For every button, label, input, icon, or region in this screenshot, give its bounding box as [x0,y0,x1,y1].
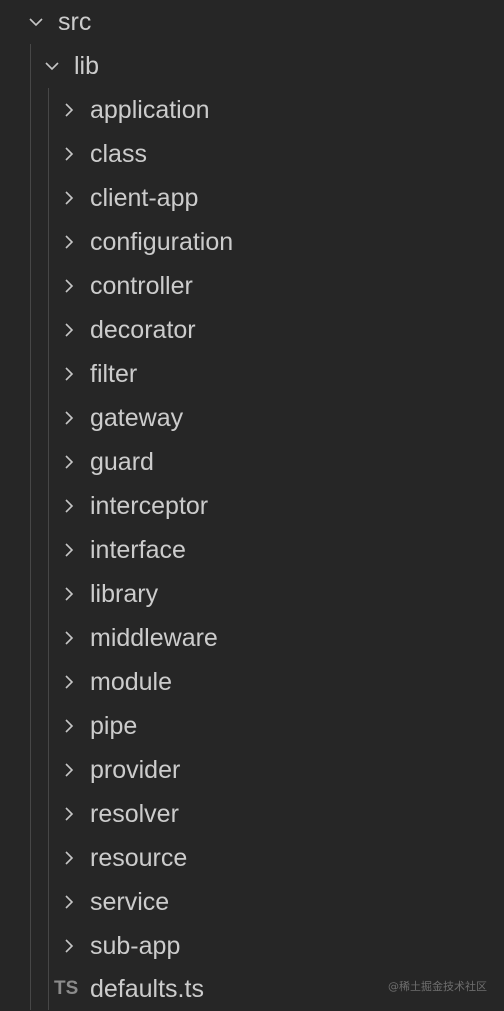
file-explorer-tree: src lib application class client-app config… [0,0,504,1010]
tree-item-label: configuration [90,228,234,256]
tree-item-lib[interactable]: lib [0,44,504,88]
tree-item-label: service [90,888,170,916]
chevron-right-icon [61,146,77,162]
chevron-right-icon [61,102,77,118]
chevron-right-icon [61,366,77,382]
tree-item-label: gateway [90,404,184,432]
tree-item-folder[interactable]: module [0,660,504,704]
tree-item-label: controller [90,272,193,300]
tree-item-label: resolver [90,800,179,828]
tree-item-label: middleware [90,624,218,652]
chevron-right-icon [61,278,77,294]
tree-item-label: src [58,8,92,36]
tree-item-folder[interactable]: interceptor [0,484,504,528]
tree-item-folder[interactable]: guard [0,440,504,484]
chevron-right-icon [61,718,77,734]
chevron-right-icon [61,498,77,514]
tree-item-label: interface [90,536,186,564]
chevron-right-icon [61,850,77,866]
chevron-right-icon [61,410,77,426]
tree-item-label: application [90,96,210,124]
typescript-file-icon: TS [54,978,79,999]
tree-item-folder[interactable]: pipe [0,704,504,748]
tree-item-folder[interactable]: filter [0,352,504,396]
tree-item-folder[interactable]: provider [0,748,504,792]
chevron-down-icon [44,58,60,74]
tree-item-label: module [90,668,172,696]
tree-item-label: client-app [90,184,199,212]
chevron-right-icon [61,894,77,910]
chevron-right-icon [61,762,77,778]
chevron-right-icon [61,234,77,250]
tree-item-folder[interactable]: decorator [0,308,504,352]
chevron-right-icon [61,938,77,954]
tree-item-label: defaults.ts [90,975,204,1003]
chevron-right-icon [61,586,77,602]
chevron-right-icon [61,454,77,470]
tree-item-label: library [90,580,159,608]
tree-item-folder[interactable]: class [0,132,504,176]
tree-item-folder[interactable]: client-app [0,176,504,220]
tree-item-folder[interactable]: application [0,88,504,132]
tree-item-label: lib [74,52,100,80]
tree-item-folder[interactable]: resolver [0,792,504,836]
tree-item-label: interceptor [90,492,209,520]
chevron-down-icon [28,14,44,30]
tree-item-folder[interactable]: sub-app [0,924,504,968]
tree-item-folder[interactable]: controller [0,264,504,308]
tree-item-label: class [90,140,147,168]
chevron-right-icon [61,674,77,690]
tree-item-folder[interactable]: configuration [0,220,504,264]
chevron-right-icon [61,190,77,206]
tree-item-label: pipe [90,712,138,740]
tree-item-folder[interactable]: service [0,880,504,924]
tree-item-label: provider [90,756,181,784]
tree-item-folder[interactable]: library [0,572,504,616]
watermark: @稀土掘金技术社区 [388,980,487,993]
chevron-right-icon [61,806,77,822]
tree-item-folder[interactable]: gateway [0,396,504,440]
tree-item-label: sub-app [90,932,181,960]
tree-item-label: filter [90,360,138,388]
tree-item-folder[interactable]: interface [0,528,504,572]
chevron-right-icon [61,542,77,558]
tree-item-label: resource [90,844,188,872]
tree-item-folder[interactable]: middleware [0,616,504,660]
tree-item-label: decorator [90,316,196,344]
tree-item-folder[interactable]: resource [0,836,504,880]
tree-item-src[interactable]: src [0,0,504,44]
tree-item-label: guard [90,448,154,476]
chevron-right-icon [61,322,77,338]
chevron-right-icon [61,630,77,646]
